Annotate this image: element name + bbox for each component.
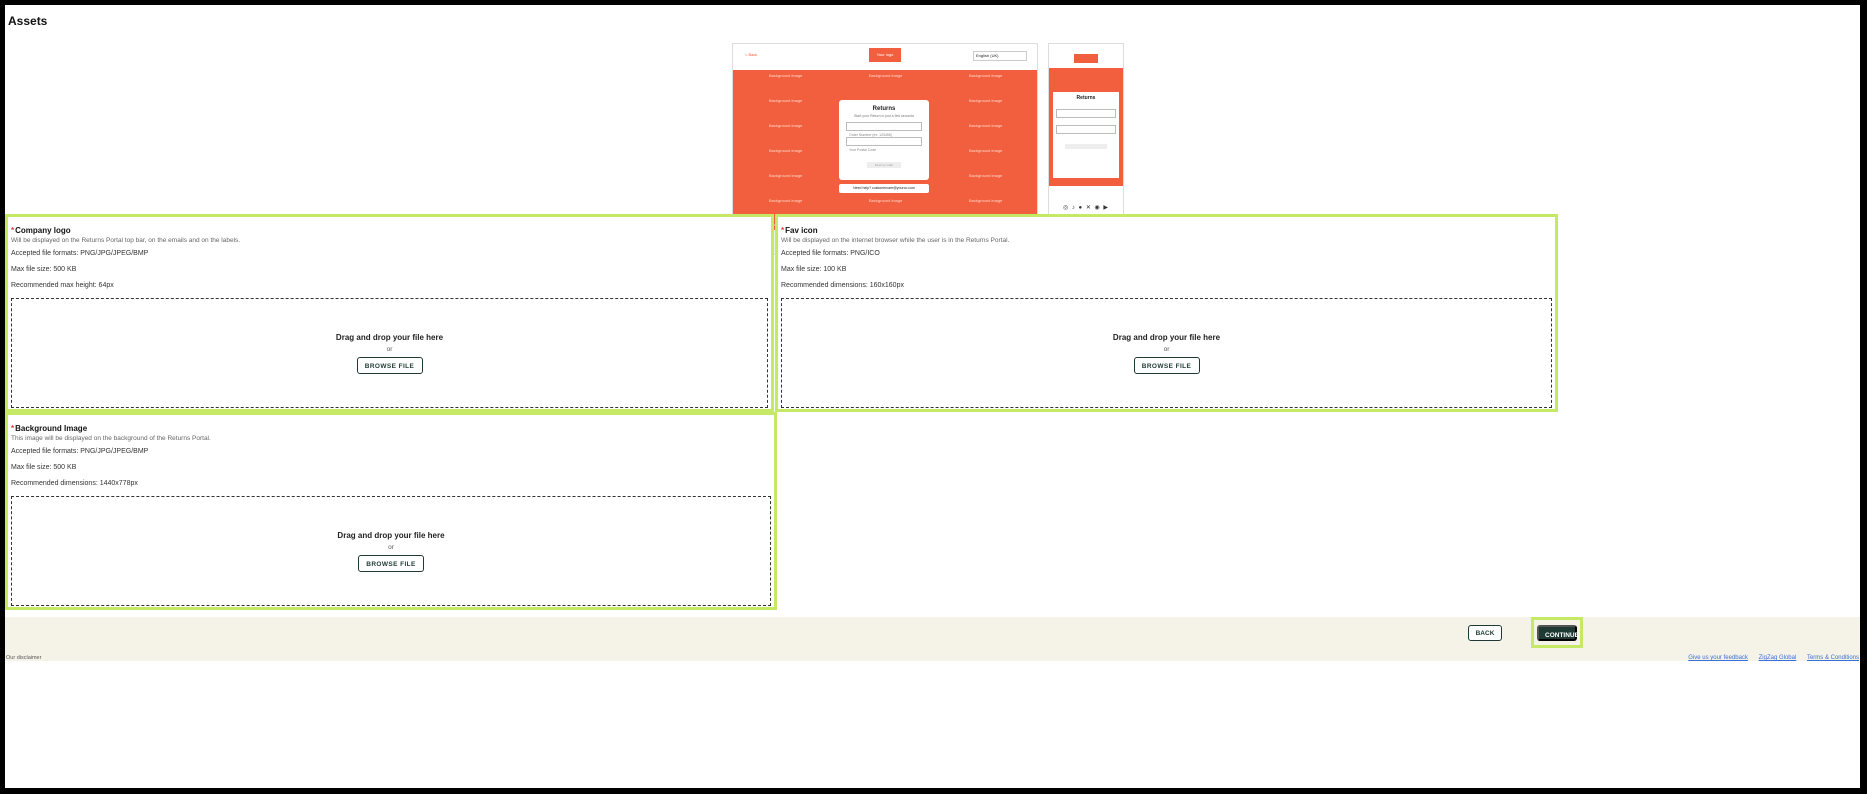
mobile-preview-find-button (1065, 144, 1107, 149)
mobile-preview-card-title: Returns (1076, 95, 1096, 101)
preview-bg-label: Background image (769, 198, 803, 203)
action-bar: BACK CONTINUE (5, 617, 1860, 661)
company-logo-recommended: Recommended max height: 64px (11, 282, 114, 289)
fav-icon-panel: *Fav icon Will be displayed on the inter… (775, 214, 1558, 412)
mobile-preview-logo (1074, 54, 1098, 63)
background-image-label: *Background Image (11, 424, 87, 433)
background-image-title: Background Image (15, 424, 88, 433)
required-marker: * (781, 226, 785, 235)
mobile-preview-card: Returns (1053, 92, 1119, 178)
preview-card-subtitle: Start your Return in just a few seconds (853, 114, 915, 118)
required-marker: * (11, 424, 15, 433)
preview-bg-label: Background image (769, 123, 803, 128)
fav-icon-recommended: Recommended dimensions: 160x160px (781, 282, 904, 289)
preview-bg-label: Background image (769, 98, 803, 103)
preview-logo: Your logo (869, 48, 901, 62)
company-logo-description: Will be displayed on the Returns Portal … (11, 237, 241, 244)
mobile-preview-topbar (1049, 44, 1123, 70)
terms-link[interactable]: Terms & Conditions (1807, 655, 1859, 661)
background-image-recommended: Recommended dimensions: 1440x778px (11, 480, 138, 487)
preview-back-link: < Back (745, 52, 758, 57)
preview-postal-placeholder: Your Postal Code (849, 148, 877, 152)
page-title: Assets (8, 14, 48, 28)
mobile-preview-postal-field (1056, 125, 1116, 134)
fav-icon-description: Will be displayed on the internet browse… (781, 237, 1010, 244)
dropzone-or: or (386, 346, 393, 353)
preview-find-label: Find my order (874, 163, 894, 167)
feedback-link[interactable]: Give us your feedback (1688, 655, 1748, 661)
background-image-browse-button[interactable]: BROWSE FILE (358, 555, 424, 572)
dropzone-text: Drag and drop your file here (335, 333, 444, 342)
fav-icon-label: *Fav icon (781, 226, 818, 235)
preview-bg-label: Background image (769, 173, 803, 178)
fav-icon-browse-button[interactable]: BROWSE FILE (1133, 357, 1200, 374)
mobile-preview-order-field (1056, 109, 1116, 118)
dropzone-or: or (388, 544, 394, 551)
preview-help-box: Need help? customercare@yourco.com (839, 184, 929, 193)
company-logo-max-size: Max file size: 500 KB (11, 266, 77, 273)
background-image-max-size: Max file size: 500 KB (11, 464, 77, 471)
company-logo-browse-button[interactable]: BROWSE FILE (356, 357, 423, 374)
continue-highlight: CONTINUE (1531, 617, 1583, 648)
dropzone-text: Drag and drop your file here (1112, 333, 1221, 342)
company-logo-label: *Company logo (11, 226, 71, 235)
company-logo-title: Company logo (15, 226, 71, 235)
dropzone-text: Drag and drop your file here (337, 531, 445, 540)
mobile-preview-social-icons: ◎ ♪ ● ✕ ◉ ▶ (1062, 205, 1110, 211)
fav-icon-title: Fav icon (785, 226, 818, 235)
background-image-dropzone[interactable]: Drag and drop your file here or BROWSE F… (11, 496, 771, 606)
background-image-description: This image will be displayed on the back… (11, 435, 211, 442)
preview-returns-card: Returns Start your Return in just a few … (839, 100, 929, 180)
company-logo-formats: Accepted file formats: PNG/JPG/JPEG/BMP (11, 250, 149, 257)
preview-bg-label: Background image (969, 148, 1003, 153)
company-logo-panel: *Company logo Will be displayed on the R… (5, 214, 774, 412)
continue-button[interactable]: CONTINUE (1537, 625, 1579, 641)
preview-find-button: Find my order (867, 162, 901, 168)
preview-bg-label: Background image (869, 198, 903, 203)
background-image-panel: *Background Image This image will be dis… (5, 412, 777, 610)
company-logo-dropzone[interactable]: Drag and drop your file here or BROWSE F… (11, 298, 768, 408)
fav-icon-dropzone[interactable]: Drag and drop your file here or BROWSE F… (781, 298, 1552, 408)
background-image-formats: Accepted file formats: PNG/JPG/JPEG/BMP (11, 448, 149, 455)
preview-bg-label: Background image (769, 148, 803, 153)
preview-language-select: English (UK) (973, 51, 1027, 61)
preview-bg-label: Background image (969, 73, 1003, 78)
preview-bg-label: Background image (869, 73, 903, 78)
preview-bg-label: Background image (969, 198, 1003, 203)
required-marker: * (11, 226, 15, 235)
preview-order-field: Order Number (ex: 123456) (846, 122, 922, 137)
preview-topbar: < Back Your logo English (UK) (733, 44, 1037, 70)
preview-card-title: Returns (872, 106, 896, 112)
dropzone-or: or (1163, 346, 1170, 353)
disclaimer-text: Our disclaimer (6, 655, 42, 661)
assets-page: Assets < Back Your logo English (UK) Bac… (5, 5, 1860, 788)
preview-bg-label: Background image (969, 123, 1003, 128)
footer-links: Give us your feedback ZigZag Global Term… (1679, 655, 1859, 661)
preview-bg-label: Background image (969, 98, 1003, 103)
fav-icon-max-size: Max file size: 100 KB (781, 266, 847, 273)
fav-icon-formats: Accepted file formats: PNG/ICO (781, 250, 880, 257)
preview-postal-field: Your Postal Code (846, 137, 922, 152)
back-button[interactable]: BACK (1468, 625, 1502, 641)
preview-bg-label: Background image (969, 173, 1003, 178)
zigzag-global-link[interactable]: ZigZag Global (1759, 655, 1797, 661)
preview-bg-label: Background image (769, 73, 803, 78)
